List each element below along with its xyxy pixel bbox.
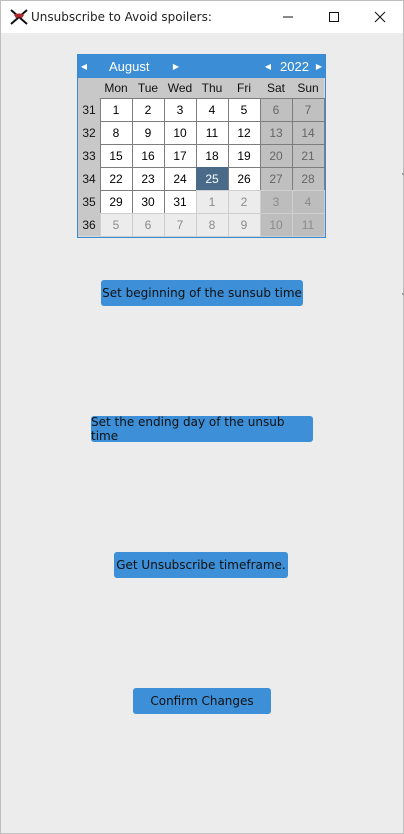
calendar-day[interactable]: 6 <box>131 212 165 237</box>
set-beginning-button[interactable]: Set beginning of the sunsub time <box>101 280 303 306</box>
week-number: 36 <box>78 213 100 236</box>
calendar-day[interactable]: 14 <box>291 120 325 145</box>
calendar-day[interactable]: 23 <box>131 166 165 191</box>
calendar-day[interactable]: 31 <box>163 189 197 214</box>
calendar-day[interactable]: 15 <box>99 143 133 168</box>
calendar-month: August <box>109 59 150 74</box>
calendar-day[interactable]: 25 <box>195 166 229 191</box>
calendar-day[interactable]: 19 <box>227 143 261 168</box>
calendar-day[interactable]: 5 <box>99 212 133 237</box>
next-month-arrow-icon[interactable]: ▶ <box>170 55 182 78</box>
date-calendar: ◀ August ▶ ◀ 2022 ▶ Mon Tue Wed Thu Fri Sat Su… <box>77 54 326 238</box>
calendar-day[interactable]: 4 <box>291 189 325 214</box>
week-number: 35 <box>78 190 100 213</box>
day-header: Thu <box>196 78 228 98</box>
calendar-year: 2022 <box>280 59 309 74</box>
calendar-header: ◀ August ▶ ◀ 2022 ▶ <box>78 55 325 78</box>
calendar-day[interactable]: 9 <box>131 120 165 145</box>
calendar-day[interactable]: 24 <box>163 166 197 191</box>
week-number: 34 <box>78 167 100 190</box>
calendar-day[interactable]: 12 <box>227 120 261 145</box>
week-number-header <box>78 78 100 98</box>
calendar-day[interactable]: 17 <box>163 143 197 168</box>
calendar-day[interactable]: 28 <box>291 166 325 191</box>
day-header: Fri <box>228 78 260 98</box>
day-header: Mon <box>100 78 132 98</box>
calendar-day[interactable]: 13 <box>259 120 293 145</box>
next-year-arrow-icon[interactable]: ▶ <box>313 55 325 78</box>
day-header: Sun <box>292 78 324 98</box>
calendar-day[interactable]: 1 <box>99 97 133 122</box>
calendar-day[interactable]: 10 <box>163 120 197 145</box>
minimize-icon <box>283 16 293 18</box>
calendar-day[interactable]: 5 <box>227 97 261 122</box>
calendar-day[interactable]: 3 <box>259 189 293 214</box>
get-timeframe-button[interactable]: Get Unsubscribe timeframe. <box>114 552 288 578</box>
calendar-day[interactable]: 3 <box>163 97 197 122</box>
app-icon <box>10 9 28 25</box>
calendar-day[interactable]: 20 <box>259 143 293 168</box>
title-bar: Unsubscribe to Avoid spoilers: <box>1 1 403 33</box>
week-number: 32 <box>78 121 100 144</box>
calendar-day[interactable]: 30 <box>131 189 165 214</box>
week-number: 31 <box>78 98 100 121</box>
calendar-day[interactable]: 27 <box>259 166 293 191</box>
set-ending-button[interactable]: Set the ending day of the unsub time <box>91 415 313 443</box>
prev-year-arrow-icon[interactable]: ◀ <box>262 55 274 78</box>
calendar-day[interactable]: 8 <box>99 120 133 145</box>
calendar-day[interactable]: 8 <box>195 212 229 237</box>
calendar-grid: Mon Tue Wed Thu Fri Sat Sun 31 1 2 3 4 5 6 7 32 8 9 10 11 12… <box>78 78 325 237</box>
day-header: Tue <box>132 78 164 98</box>
calendar-day[interactable]: 2 <box>227 189 261 214</box>
calendar-day[interactable]: 29 <box>99 189 133 214</box>
calendar-day[interactable]: 2 <box>131 97 165 122</box>
day-header: Wed <box>164 78 196 98</box>
confirm-changes-button[interactable]: Confirm Changes <box>133 688 271 714</box>
calendar-day[interactable]: 6 <box>259 97 293 122</box>
app-window: Unsubscribe to Avoid spoilers: ◀ August … <box>0 0 404 834</box>
calendar-day[interactable]: 22 <box>99 166 133 191</box>
calendar-day[interactable]: 7 <box>291 97 325 122</box>
minimize-button[interactable] <box>265 1 311 33</box>
window-title: Unsubscribe to Avoid spoilers: <box>31 10 212 24</box>
week-number: 33 <box>78 144 100 167</box>
maximize-icon <box>329 12 339 22</box>
calendar-day[interactable]: 11 <box>291 212 325 237</box>
maximize-button[interactable] <box>311 1 357 33</box>
calendar-day[interactable]: 4 <box>195 97 229 122</box>
calendar-day[interactable]: 16 <box>131 143 165 168</box>
calendar-day[interactable]: 10 <box>259 212 293 237</box>
prev-month-arrow-icon[interactable]: ◀ <box>78 55 90 78</box>
calendar-day[interactable]: 18 <box>195 143 229 168</box>
calendar-day[interactable]: 7 <box>163 212 197 237</box>
calendar-day[interactable]: 11 <box>195 120 229 145</box>
calendar-day[interactable]: 21 <box>291 143 325 168</box>
calendar-day[interactable]: 1 <box>195 189 229 214</box>
calendar-day[interactable]: 26 <box>227 166 261 191</box>
calendar-day[interactable]: 9 <box>227 212 261 237</box>
close-icon <box>374 11 386 23</box>
day-header: Sat <box>260 78 292 98</box>
close-button[interactable] <box>357 1 403 33</box>
